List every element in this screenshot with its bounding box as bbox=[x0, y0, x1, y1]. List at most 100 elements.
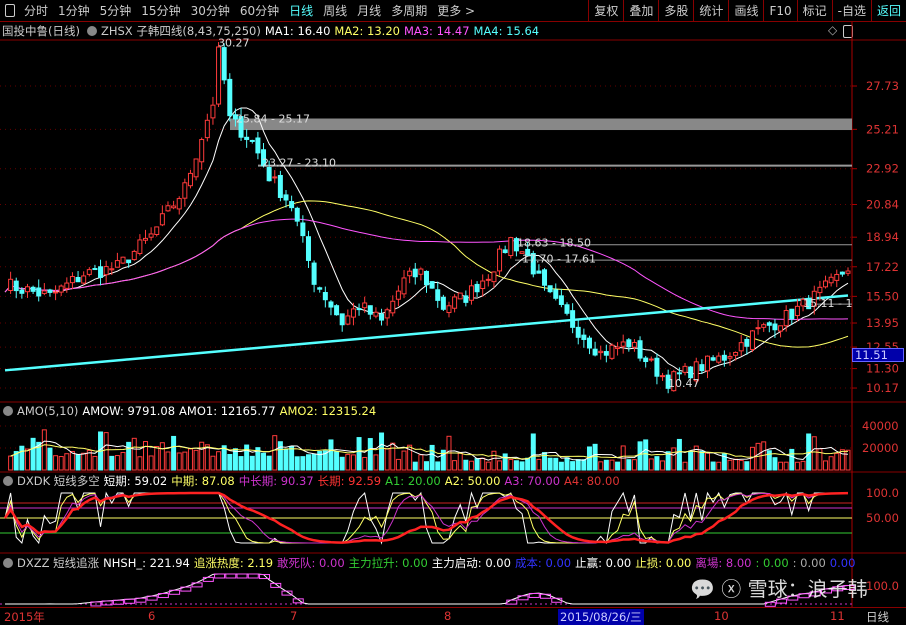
volume-bar bbox=[8, 455, 14, 471]
volume-bar bbox=[485, 461, 491, 471]
candle-body bbox=[575, 326, 581, 338]
price-tick-label: 18.94 bbox=[866, 230, 899, 244]
dxzz-step bbox=[247, 573, 259, 579]
volume-bar bbox=[727, 459, 733, 471]
volume-bar bbox=[187, 448, 193, 471]
indicator-menu-icon[interactable] bbox=[3, 406, 13, 416]
date-label: 10 bbox=[714, 609, 729, 623]
candle-body bbox=[53, 291, 59, 294]
price-tick-label: 17.22 bbox=[866, 260, 899, 274]
candle-body bbox=[418, 268, 424, 275]
volume-bar bbox=[193, 449, 199, 471]
candle-body bbox=[216, 46, 222, 105]
volume-bar bbox=[199, 441, 205, 471]
volume-bar bbox=[688, 450, 694, 471]
candle-body bbox=[103, 266, 109, 276]
price-tick-label: 13.95 bbox=[866, 316, 899, 330]
volume-bar bbox=[699, 450, 705, 471]
candle-body bbox=[373, 311, 379, 317]
price-tick-label: 15.50 bbox=[866, 289, 899, 303]
dxzz-header: DXZZ 短线追涨 NHSH_: 221.94 追涨热度: 2.19 敢死队: … bbox=[0, 555, 855, 571]
volume-bar bbox=[452, 460, 458, 471]
candle-body bbox=[598, 350, 604, 354]
volume-bar bbox=[92, 455, 98, 471]
date-label: 2015年 bbox=[4, 610, 45, 624]
volume-bar bbox=[609, 459, 615, 471]
candle-body bbox=[412, 268, 418, 278]
date-axis: 2015年 6 7 8 2015/08/26/三 10 11 日线 bbox=[0, 607, 906, 625]
volume-bar bbox=[660, 460, 666, 471]
volume-bar bbox=[334, 451, 340, 471]
candle-body bbox=[755, 327, 761, 330]
candle-body bbox=[120, 256, 126, 264]
dxzz-exit: 离場: 8.00 bbox=[695, 556, 752, 570]
price-tick-label: 11.30 bbox=[866, 362, 899, 376]
candle-body bbox=[783, 310, 789, 327]
chart-canvas[interactable]: 27.73 25.21 22.92 20.84 18.94 17.22 15.50 13.95… bbox=[0, 0, 906, 625]
candle-body bbox=[463, 295, 469, 303]
amo-title: AMO(5,10) bbox=[17, 404, 79, 418]
candle-body bbox=[339, 313, 345, 326]
volume-bar bbox=[654, 456, 660, 471]
volume-bar bbox=[64, 453, 70, 471]
volume-bar bbox=[457, 452, 463, 471]
amo-header: AMO(5,10) AMOW: 9791.08 AMO1: 12165.77 A… bbox=[0, 403, 376, 419]
volume-bar bbox=[823, 460, 829, 471]
date-label: 7 bbox=[290, 609, 298, 623]
last-price-label: 11.51 bbox=[852, 348, 904, 362]
watermark: 💬 ⓧ 雪球：浪子韩 bbox=[690, 577, 868, 601]
volume-bar bbox=[536, 458, 542, 471]
dxzz-cost: 成本: 0.00 bbox=[514, 556, 572, 570]
volume-bar bbox=[558, 461, 564, 471]
volume-bar bbox=[828, 456, 834, 471]
candle-body bbox=[424, 270, 429, 286]
volume-bar bbox=[744, 461, 750, 471]
candle-body bbox=[749, 330, 755, 350]
candle-body bbox=[294, 207, 300, 222]
volume-bar bbox=[615, 461, 621, 471]
volume-bar bbox=[109, 455, 115, 471]
amo-tick-label: 20000 bbox=[862, 441, 899, 455]
selected-date: 2015/08/26/三 bbox=[558, 609, 644, 625]
dxzz-step bbox=[202, 576, 214, 582]
candle-body bbox=[176, 198, 182, 210]
indicator-menu-icon[interactable] bbox=[3, 476, 13, 486]
volume-bar bbox=[390, 442, 396, 471]
amow-value: AMOW: 9791.08 bbox=[82, 404, 176, 418]
volume-bar bbox=[800, 460, 806, 471]
volume-bar bbox=[811, 436, 817, 471]
candle-body bbox=[154, 226, 160, 236]
volume-bar bbox=[244, 444, 250, 471]
candle-body bbox=[182, 182, 188, 199]
volume-bar bbox=[300, 456, 306, 471]
candle-body bbox=[727, 356, 733, 359]
dxzz-start: 主力启动: 0.00 bbox=[431, 556, 511, 570]
candle-body bbox=[401, 277, 407, 295]
candle-body bbox=[676, 372, 682, 375]
candle-body bbox=[109, 268, 115, 271]
candle-body bbox=[766, 322, 772, 326]
candle-body bbox=[716, 355, 722, 363]
candle-body bbox=[620, 341, 626, 347]
volume-bar bbox=[497, 460, 503, 471]
volume-bar bbox=[474, 458, 480, 471]
dxzz-heat: 追涨热度: 2.19 bbox=[193, 556, 274, 570]
amo-tick-label: 40000 bbox=[862, 419, 899, 433]
price-tick-label: 25.21 bbox=[866, 122, 899, 136]
candle-body bbox=[468, 285, 474, 301]
candle-body bbox=[721, 354, 727, 361]
volume-bar bbox=[502, 453, 508, 471]
indicator-menu-icon[interactable] bbox=[3, 558, 13, 568]
volume-bar bbox=[103, 432, 109, 471]
volume-bar bbox=[30, 437, 36, 471]
candle-body bbox=[13, 280, 19, 292]
period-label: 日线 bbox=[866, 610, 889, 624]
candle-body bbox=[311, 262, 317, 285]
volume-bar bbox=[356, 437, 362, 471]
volume-bar bbox=[47, 447, 53, 471]
volume-bar bbox=[592, 443, 598, 471]
candle-body bbox=[384, 309, 390, 319]
candle-body bbox=[823, 280, 829, 288]
candle-body bbox=[502, 249, 508, 254]
volume-bar bbox=[339, 456, 345, 471]
